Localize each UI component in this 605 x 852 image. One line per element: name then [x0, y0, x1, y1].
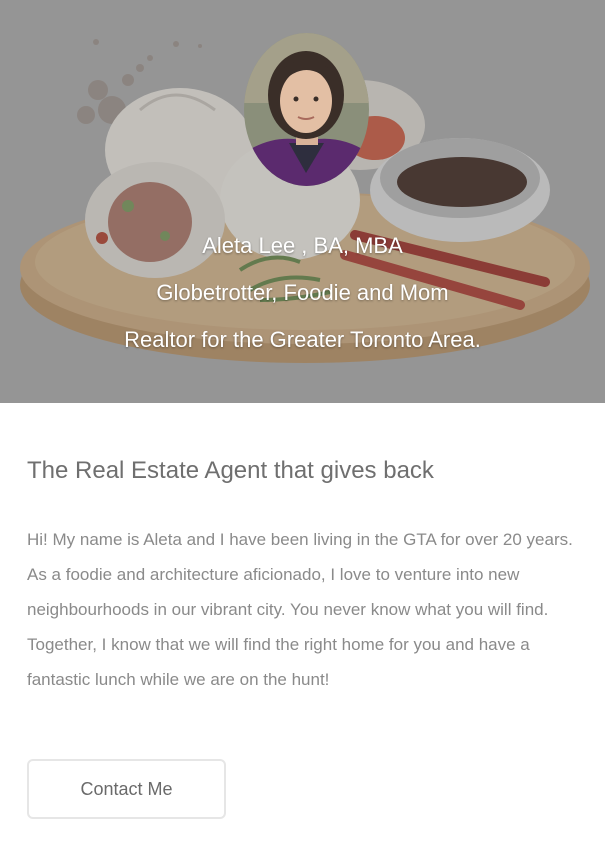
agent-tagline: Globetrotter, Foodie and Mom — [156, 280, 449, 305]
section-heading: The Real Estate Agent that gives back — [27, 457, 434, 484]
intro-paragraph: Hi! My name is Aleta and I have been liv… — [27, 530, 573, 689]
profile-photo — [244, 33, 369, 186]
hero-banner: Aleta Lee , BA, MBA Globetrotter, Foodie… — [0, 0, 605, 403]
hero-text: Aleta Lee , BA, MBA Globetrotter, Foodie… — [0, 222, 605, 363]
intro-section: The Real Estate Agent that gives back Hi… — [0, 456, 605, 819]
contact-me-button[interactable]: Contact Me — [27, 759, 226, 819]
agent-role: Realtor for the Greater Toronto Area. — [124, 327, 481, 352]
agent-name: Aleta Lee , BA, MBA — [202, 233, 403, 258]
